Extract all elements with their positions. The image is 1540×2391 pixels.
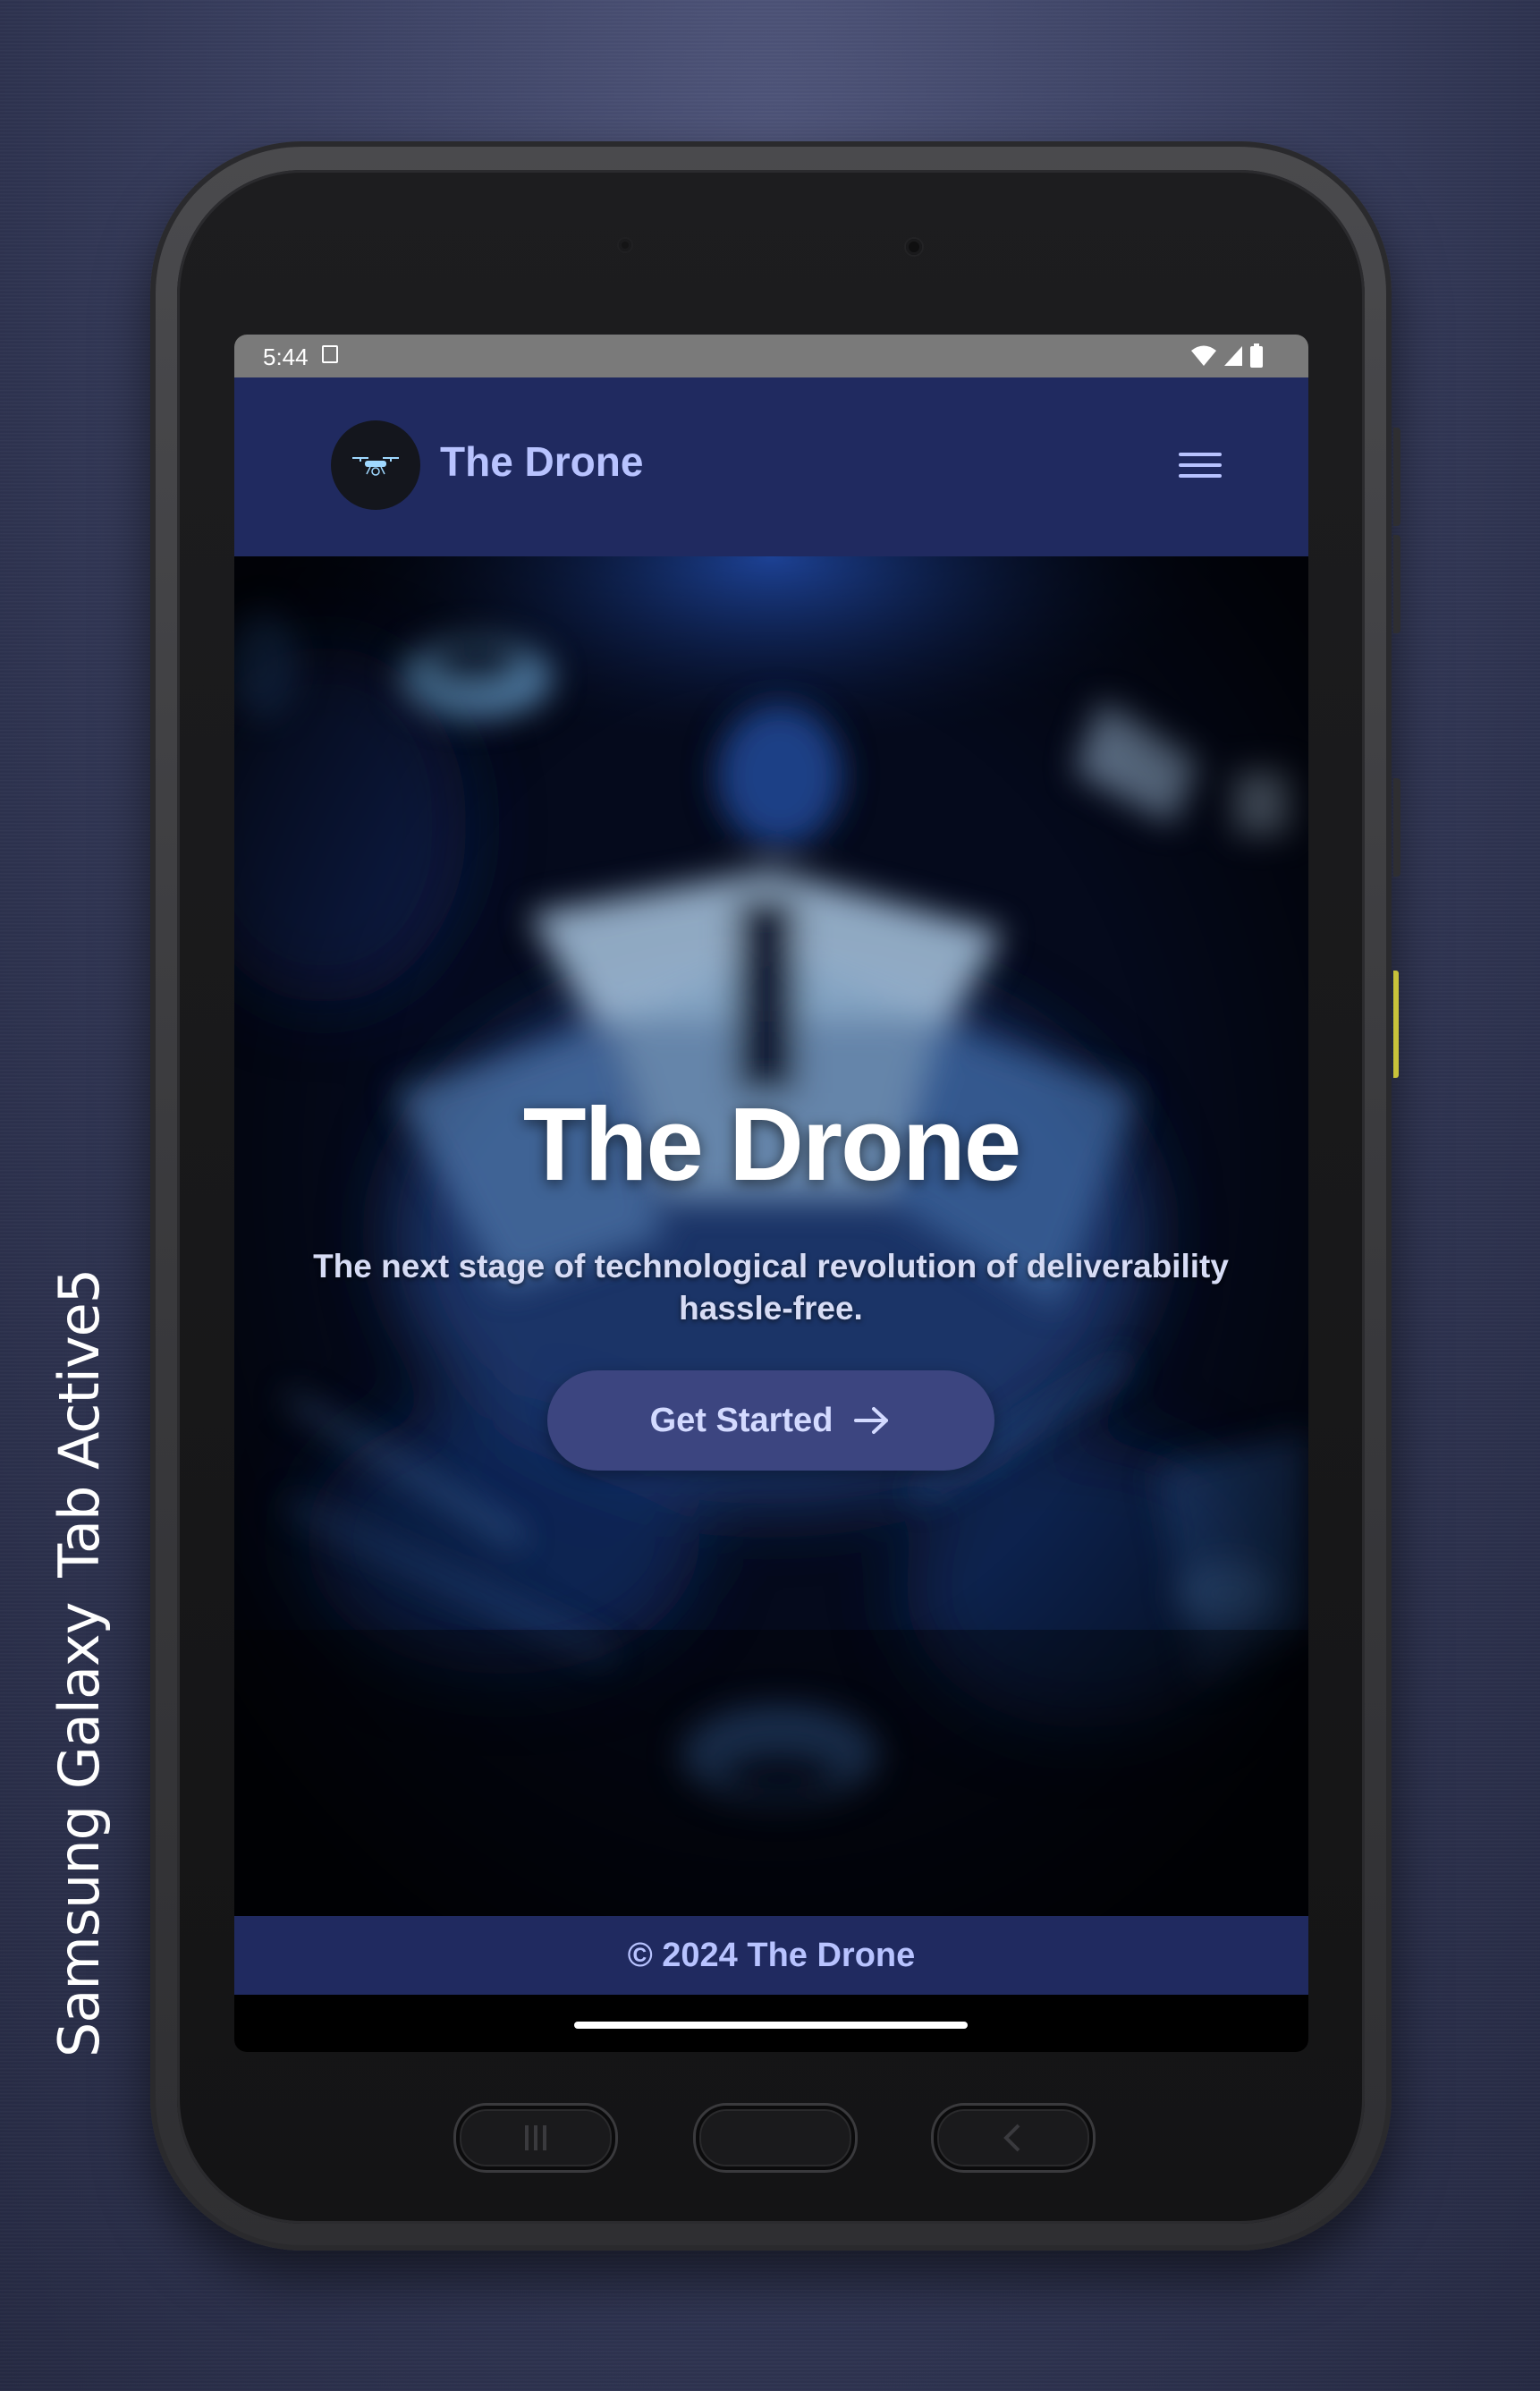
arrow-right-icon: [854, 1407, 889, 1434]
hamburger-menu-icon[interactable]: [1173, 447, 1227, 483]
back-button[interactable]: [934, 2106, 1093, 2170]
wifi-icon: [1191, 345, 1216, 366]
notification-icon: [322, 345, 338, 363]
front-camera: [906, 239, 922, 255]
copyright-text: © 2024 The Drone: [627, 1936, 916, 1974]
gesture-navigation-bar[interactable]: [574, 2022, 968, 2029]
light-sensor: [619, 239, 631, 251]
status-bar: 5:44: [234, 335, 1308, 377]
drone-icon: [352, 457, 399, 476]
app-footer: © 2024 The Drone: [234, 1916, 1308, 1995]
hero-title: The Drone: [522, 1086, 1022, 1202]
device-label: Samsung Galaxy Tab Active5: [47, 1269, 112, 2057]
battery-icon: [1250, 343, 1263, 368]
menu-line: [1179, 474, 1222, 478]
power-button[interactable]: [1393, 778, 1400, 877]
hero-section: The Drone The next stage of technologica…: [234, 556, 1308, 1916]
recents-button[interactable]: [456, 2106, 615, 2170]
device-label-model: Tab Active5: [47, 1268, 112, 1578]
recents-icon: [525, 2125, 546, 2150]
get-started-button[interactable]: Get Started: [547, 1370, 994, 1471]
back-icon: [1003, 2124, 1020, 2152]
brand-title[interactable]: The Drone: [440, 437, 643, 486]
status-icons: [1190, 343, 1264, 369]
home-button[interactable]: [696, 2106, 855, 2170]
hero-background-image: [234, 556, 1308, 1916]
get-started-label: Get Started: [649, 1401, 833, 1439]
volume-down-button[interactable]: [1393, 535, 1400, 633]
menu-line: [1179, 463, 1222, 467]
active-key-button[interactable]: [1393, 971, 1399, 1078]
status-time: 5:44: [263, 343, 309, 370]
brand-logo[interactable]: [331, 420, 420, 510]
menu-line: [1179, 453, 1222, 456]
volume-up-button[interactable]: [1393, 428, 1400, 526]
screen: 5:44 The Drone The Drone The next stage …: [234, 335, 1308, 2052]
signal-icon: [1224, 346, 1242, 366]
hero-subtitle: The next stage of technological revoluti…: [313, 1248, 1229, 1327]
app-header: The Drone: [234, 377, 1308, 556]
device-label-brand: Samsung Galaxy: [47, 1602, 112, 2057]
